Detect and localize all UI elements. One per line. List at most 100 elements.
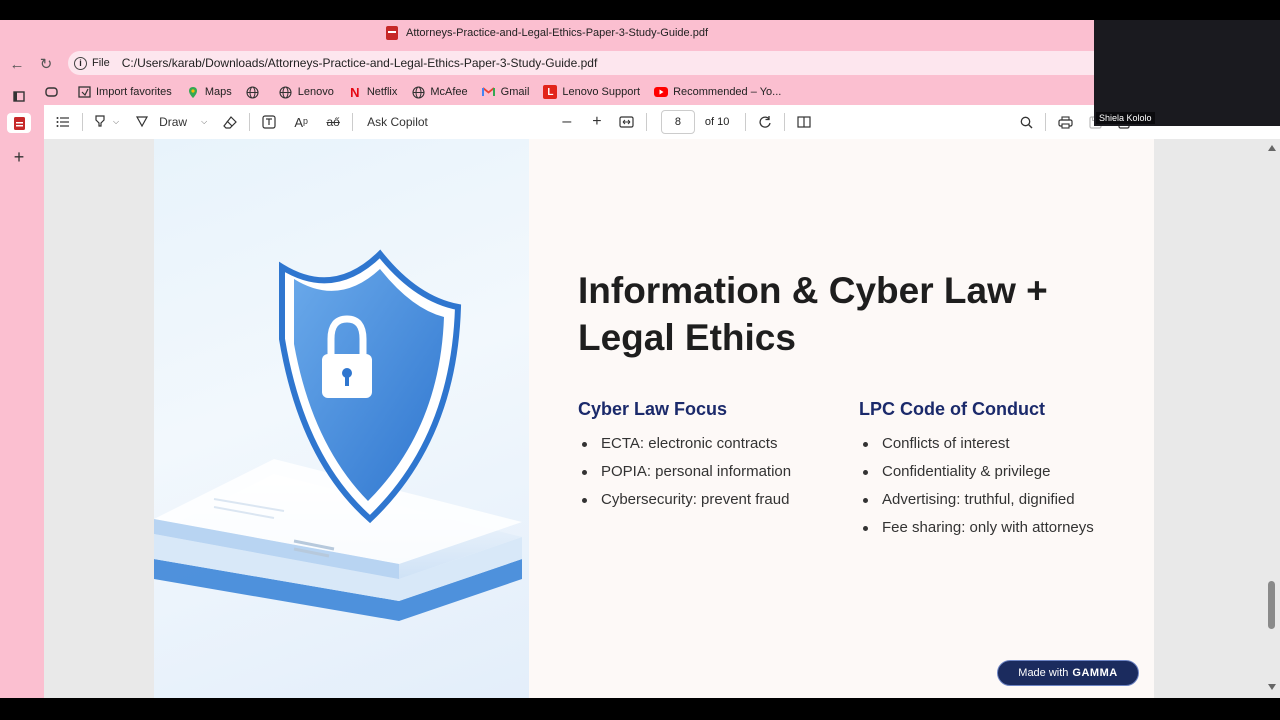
badge-prefix: Made with xyxy=(1018,667,1069,679)
webcam-overlay: Shiela Kololo xyxy=(1094,20,1280,126)
toolbar-divider xyxy=(82,113,83,131)
list-item: POPIA: personal information xyxy=(578,461,838,483)
info-icon[interactable]: i xyxy=(74,56,87,70)
text-box-icon[interactable] xyxy=(256,109,282,135)
fav-netflix[interactable]: N Netflix xyxy=(348,84,398,100)
toolbar-divider xyxy=(784,113,786,131)
browser-sidebar: + xyxy=(0,80,38,698)
shield-lock-icon xyxy=(154,249,522,621)
zoom-out-icon[interactable]: – xyxy=(554,109,580,135)
tab-actions-icon[interactable] xyxy=(9,86,29,106)
toolbar-divider xyxy=(745,113,747,131)
browser-window: Attorneys-Practice-and-Legal-Ethics-Pape… xyxy=(0,20,1280,698)
document-viewport[interactable]: Information & Cyber Law + Legal Ethics C… xyxy=(44,139,1280,698)
fav-lenovo[interactable]: Lenovo xyxy=(279,85,334,99)
new-tab-icon[interactable]: + xyxy=(9,147,29,167)
rotate-icon[interactable] xyxy=(752,109,778,135)
youtube-icon xyxy=(654,85,669,99)
toolbar-divider xyxy=(249,113,251,131)
chevron-down-icon: ⌵ xyxy=(201,117,208,126)
contents-list-icon[interactable] xyxy=(50,109,76,135)
fav-label: Import favorites xyxy=(96,86,172,98)
highlighter-icon xyxy=(93,114,107,131)
cyber-law-focus-title: Cyber Law Focus xyxy=(578,399,728,419)
cyber-law-list: ECTA: electronic contracts POPIA: person… xyxy=(578,433,838,517)
fav-label: McAfee xyxy=(430,86,468,98)
pdf-tab-icon[interactable] xyxy=(7,113,31,133)
scroll-up-arrow-icon[interactable] xyxy=(1268,145,1276,151)
pdf-file-icon xyxy=(385,26,398,40)
ask-copilot-button[interactable]: Ask Copilot xyxy=(363,109,432,135)
chevron-down-icon: ⌵ xyxy=(113,117,120,126)
fav-collections[interactable] xyxy=(44,85,63,99)
scroll-thumb[interactable] xyxy=(1268,581,1275,630)
zoom-in-icon[interactable]: + xyxy=(584,109,610,135)
highlight-button[interactable]: ⌵ xyxy=(89,109,123,135)
pdf-page: Information & Cyber Law + Legal Ethics C… xyxy=(154,139,1154,698)
page-view-icon[interactable] xyxy=(791,109,817,135)
read-aloud-icon[interactable]: Aᵖ xyxy=(288,109,314,135)
list-item: Fee sharing: only with attorneys xyxy=(859,517,1109,539)
window-title: Attorneys-Practice-and-Legal-Ethics-Pape… xyxy=(405,27,709,39)
globe-icon xyxy=(411,85,425,99)
url-text[interactable]: C:/Users/karab/Downloads/Attorneys-Pract… xyxy=(122,56,598,70)
draw-label: Draw xyxy=(159,115,188,129)
lpc-code-list: Conflicts of interest Confidentiality & … xyxy=(859,433,1109,545)
back-arrow-icon[interactable]: ← xyxy=(6,53,28,75)
refresh-icon[interactable]: ↻ xyxy=(35,53,57,75)
fav-label: Gmail xyxy=(500,86,530,98)
heading-line-2: Legal Ethics xyxy=(578,317,796,358)
fit-width-icon[interactable] xyxy=(614,109,640,135)
globe-icon xyxy=(279,85,293,99)
import-icon xyxy=(77,85,91,99)
fav-maps[interactable]: Maps xyxy=(186,85,232,99)
list-item: Cybersecurity: prevent fraud xyxy=(578,489,838,511)
toolbar-divider xyxy=(1045,113,1047,131)
toolbar-divider xyxy=(352,113,354,131)
maps-icon xyxy=(186,85,200,99)
scroll-down-arrow-icon[interactable] xyxy=(1268,684,1276,690)
lpc-code-title: LPC Code of Conduct xyxy=(859,399,1045,419)
fav-globe[interactable] xyxy=(246,85,265,99)
list-item: ECTA: electronic contracts xyxy=(578,433,838,455)
address-row: ← ↻ i File C:/Users/karab/Downloads/Atto… xyxy=(0,48,1108,78)
heading-line-1: Information & Cyber Law + xyxy=(578,270,1048,311)
translate-icon[interactable]: aő xyxy=(320,109,346,135)
search-icon[interactable] xyxy=(1013,109,1039,135)
eraser-icon[interactable] xyxy=(217,109,243,135)
fav-gmail[interactable]: Gmail xyxy=(482,85,530,99)
shield-lock-illustration xyxy=(154,139,529,698)
netflix-icon: N xyxy=(350,84,360,100)
participant-name: Shiela Kololo xyxy=(1096,112,1155,124)
fav-label: Netflix xyxy=(366,86,398,98)
slide-heading: Information & Cyber Law + Legal Ethics xyxy=(578,267,1118,361)
globe-icon xyxy=(246,85,260,99)
fav-recommended[interactable]: Recommended – Yo... xyxy=(654,85,781,99)
fav-lenovo-support[interactable]: L Lenovo Support xyxy=(543,85,640,99)
pen-icon xyxy=(135,114,149,131)
draw-button[interactable]: Draw ⌵ xyxy=(131,109,211,135)
fav-mcafee[interactable]: McAfee xyxy=(411,85,468,99)
toolbar-divider xyxy=(645,113,647,131)
title-bar: Attorneys-Practice-and-Legal-Ethics-Pape… xyxy=(0,20,1094,46)
print-icon[interactable] xyxy=(1052,109,1078,135)
favorites-bar: Import favorites Maps Lenovo N Netflix M… xyxy=(44,80,1094,104)
scheme-label: File xyxy=(92,57,110,69)
list-item: Advertising: truthful, dignified xyxy=(859,489,1109,511)
fav-label: Lenovo xyxy=(297,86,334,98)
screen: Attorneys-Practice-and-Legal-Ethics-Pape… xyxy=(0,0,1280,720)
fav-label: Lenovo Support xyxy=(562,86,641,98)
vertical-scrollbar[interactable] xyxy=(1265,139,1280,698)
list-item: Confidentiality & privilege xyxy=(859,461,1109,483)
lenovo-icon: L xyxy=(543,85,558,99)
list-item: Conflicts of interest xyxy=(859,433,1109,455)
fav-label: Maps xyxy=(204,86,232,98)
fav-label: Recommended – Yo... xyxy=(673,86,782,98)
fav-import-favorites[interactable]: Import favorites xyxy=(77,85,172,99)
made-with-gamma-badge[interactable]: Made with GAMMA xyxy=(997,660,1139,686)
gmail-icon xyxy=(482,85,496,99)
address-bar[interactable]: i File C:/Users/karab/Downloads/Attorney… xyxy=(68,51,1108,75)
page-number-input[interactable]: 8 xyxy=(660,110,695,134)
collections-icon xyxy=(44,85,58,99)
badge-brand: GAMMA xyxy=(1072,667,1118,679)
